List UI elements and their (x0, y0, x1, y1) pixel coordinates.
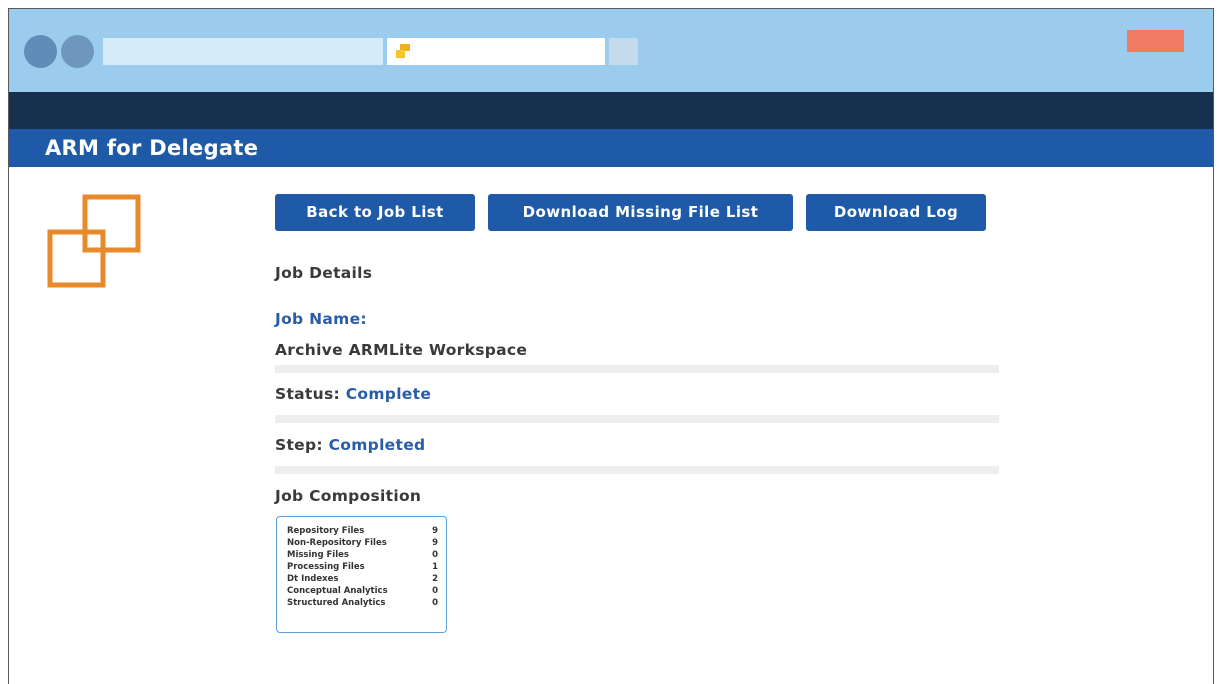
browser-window: ARM for Delegate Back to Job List Downlo… (8, 8, 1214, 684)
divider (275, 365, 999, 373)
composition-label: Missing Files (287, 550, 349, 560)
divider (275, 415, 999, 423)
composition-count: 0 (432, 550, 438, 560)
download-log-button[interactable]: Download Log (806, 194, 986, 231)
navigation-band (9, 92, 1213, 129)
tab-strip[interactable] (103, 38, 383, 65)
composition-row: Missing Files 0 (287, 549, 438, 561)
window-close-button[interactable] (1127, 30, 1184, 52)
step-row: Step: Completed (275, 436, 425, 454)
composition-count: 0 (432, 586, 438, 596)
composition-row: Structured Analytics 0 (287, 597, 438, 609)
composition-row: Non-Repository Files 9 (287, 537, 438, 549)
composition-row: Dt Indexes 2 (287, 573, 438, 585)
composition-label: Non-Repository Files (287, 538, 387, 548)
toolbar: Back to Job List Download Missing File L… (275, 194, 986, 231)
browser-chrome (9, 9, 1213, 92)
composition-label: Processing Files (287, 562, 365, 572)
composition-count: 9 (432, 526, 438, 536)
composition-label: Structured Analytics (287, 598, 386, 608)
job-name-label: Job Name: (275, 310, 367, 328)
composition-row: Processing Files 1 (287, 561, 438, 573)
composition-label: Repository Files (287, 526, 365, 536)
back-nav-icon[interactable] (24, 35, 57, 68)
overlapping-squares-logo-icon (47, 194, 141, 288)
composition-label: Conceptual Analytics (287, 586, 388, 596)
step-label: Step: (275, 436, 323, 454)
back-to-job-list-button[interactable]: Back to Job List (275, 194, 475, 231)
job-name-value: Archive ARMLite Workspace (275, 341, 528, 359)
composition-row: Conceptual Analytics 0 (287, 585, 438, 597)
job-composition-table: Repository Files 9 Non-Repository Files … (276, 516, 447, 633)
composition-count: 1 (432, 562, 438, 572)
composition-count: 0 (432, 598, 438, 608)
divider (275, 466, 999, 474)
job-composition-heading: Job Composition (275, 487, 422, 505)
status-row: Status: Complete (275, 385, 431, 403)
download-missing-file-list-button[interactable]: Download Missing File List (488, 194, 793, 231)
composition-count: 9 (432, 538, 438, 548)
forward-nav-icon[interactable] (61, 35, 94, 68)
status-value: Complete (345, 385, 432, 403)
composition-count: 2 (432, 574, 438, 584)
status-label: Status: (275, 385, 341, 403)
address-bar[interactable] (387, 38, 605, 65)
composition-label: Dt Indexes (287, 574, 339, 584)
job-details-heading: Job Details (275, 264, 373, 282)
app-title: ARM for Delegate (9, 129, 1213, 167)
step-value: Completed (328, 436, 426, 454)
address-go-button[interactable] (609, 38, 638, 65)
site-favicon-icon (396, 44, 410, 58)
composition-row: Repository Files 9 (287, 525, 438, 537)
